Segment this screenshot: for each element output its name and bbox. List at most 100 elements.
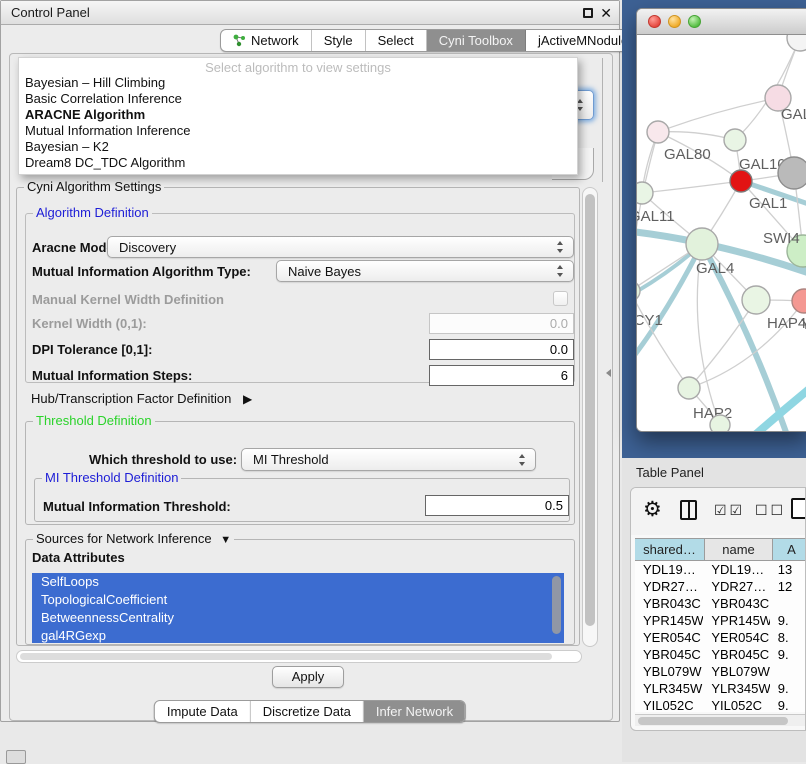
kernel-width-label: Kernel Width (0,1): — [32, 316, 147, 331]
which-threshold-select[interactable]: MI Threshold — [241, 448, 536, 471]
attribute-item-selfloops[interactable]: SelfLoops — [32, 573, 564, 591]
table-row[interactable]: YBR043CYBR043C — [635, 595, 806, 612]
attribute-item-topologicalcoefficient[interactable]: TopologicalCoefficient — [32, 591, 564, 609]
network-node-gal80[interactable] — [647, 121, 669, 143]
column-header-shared-[interactable]: shared… — [635, 539, 705, 560]
collapse-down-icon[interactable]: ▼ — [220, 533, 231, 548]
sources-title: Sources for Network Inference — [36, 531, 212, 546]
export-table-icon[interactable] — [791, 498, 806, 519]
table-row[interactable]: YDR27…YDR27…12 — [635, 578, 806, 595]
network-edge[interactable] — [689, 300, 756, 388]
table-cell: YIL052C — [635, 697, 703, 712]
mi-steps-input[interactable] — [429, 365, 574, 386]
network-node-hap2[interactable] — [678, 377, 700, 399]
apply-button[interactable]: Apply — [272, 666, 344, 688]
network-node-y[interactable] — [792, 289, 806, 313]
split-columns-icon[interactable] — [680, 500, 697, 520]
list-scrollbar[interactable] — [552, 576, 561, 634]
table-cell: 9. — [770, 697, 806, 712]
algorithm-placeholder: Select algorithm to view settings — [19, 60, 577, 75]
algorithm-option-aracne-algorithm[interactable]: ARACNE Algorithm — [19, 107, 577, 123]
network-canvas[interactable]: GALGAL80GAL10GAL1GAL11SWI4GAL4GCY1HAP4YH… — [637, 35, 806, 432]
algorithm-option-bayesian-k2[interactable]: Bayesian – K2 — [19, 139, 577, 155]
split-pane-handle[interactable] — [606, 369, 611, 377]
table-cell: YPR145W — [635, 612, 703, 629]
table-row[interactable]: YLR345WYLR345W9. — [635, 680, 806, 697]
network-node-gal10[interactable] — [724, 129, 746, 151]
dpi-tolerance-label: DPI Tolerance [0,1]: — [32, 342, 152, 357]
tab-discretize-data[interactable]: Discretize Data — [251, 701, 364, 722]
mi-threshold-definition-group: MI Threshold Definition Mutual Informati… — [34, 478, 570, 522]
table-cell: YER054C — [703, 629, 769, 646]
table-horizontal-scrollbar[interactable] — [635, 714, 806, 726]
network-node-gal11[interactable] — [637, 182, 653, 204]
network-graph[interactable]: GALGAL80GAL10GAL1GAL11SWI4GAL4GCY1HAP4YH… — [637, 35, 806, 432]
table-cell — [770, 595, 806, 612]
table-row[interactable]: YER054CYER054C8. — [635, 629, 806, 646]
table-row[interactable]: YBR045CYBR045C9. — [635, 646, 806, 663]
attribute-item-betweennesscentrality[interactable]: BetweennessCentrality — [32, 609, 564, 627]
column-header-name[interactable]: name — [705, 539, 773, 560]
tab-impute-data[interactable]: Impute Data — [155, 701, 251, 722]
float-window-icon[interactable] — [583, 8, 593, 18]
table-row[interactable]: YIL052CYIL052C9. — [635, 697, 806, 712]
algorithm-option-basic-correlation-inference[interactable]: Basic Correlation Inference — [19, 91, 577, 107]
table-cell: YDL19… — [635, 561, 703, 578]
tab-label: Discretize Data — [263, 701, 351, 722]
network-node-gal1[interactable] — [730, 170, 752, 192]
algorithm-option-mutual-information-inference[interactable]: Mutual Information Inference — [19, 123, 577, 139]
data-attributes-list[interactable]: SelfLoopsTopologicalCoefficientBetweenne… — [32, 573, 564, 643]
network-edge[interactable] — [642, 181, 741, 193]
network-edge[interactable] — [735, 38, 800, 140]
mi-threshold-definition-title: MI Threshold Definition — [42, 470, 181, 485]
close-icon[interactable]: ✕ — [600, 1, 612, 25]
tab-select[interactable]: Select — [366, 30, 427, 51]
mac-zoom-button[interactable] — [688, 15, 701, 28]
network-edge[interactable] — [637, 244, 702, 365]
dpi-tolerance-input[interactable] — [429, 339, 574, 360]
deselect-all-columns-icon[interactable]: ☐☐ — [755, 502, 786, 519]
table-row[interactable]: YPR145WYPR145W9. — [635, 612, 806, 629]
tab-cyni-toolbox[interactable]: Cyni Toolbox — [427, 30, 526, 51]
table-panel: Table Panel ⚙ ☑☑ ☐☐ shared…nameA YDL19…Y… — [622, 458, 806, 762]
select-all-columns-icon[interactable]: ☑☑ — [714, 502, 745, 519]
column-header-a[interactable]: A — [773, 539, 806, 560]
network-node-gal4[interactable] — [686, 228, 718, 260]
network-node[interactable] — [778, 157, 806, 189]
aracne-mode-select[interactable]: Discovery — [107, 236, 574, 258]
hub-definition-expander[interactable]: Hub/Transcription Factor Definition ▶ — [31, 391, 252, 406]
network-node[interactable] — [710, 415, 730, 432]
stepper-arrows-icon — [557, 265, 564, 277]
table-cell — [770, 663, 806, 680]
table-row[interactable]: YBL079WYBL079W — [635, 663, 806, 680]
tab-label: Infer Network — [376, 701, 453, 722]
tab-label: Network — [251, 30, 299, 51]
settings-vertical-scrollbar[interactable] — [582, 187, 598, 647]
network-window-titlebar — [637, 9, 806, 35]
mac-close-button[interactable] — [648, 15, 661, 28]
node-table-card: ⚙ ☑☑ ☐☐ shared…nameA YDL19…YDL19…13YDR27… — [630, 487, 806, 731]
tab-style[interactable]: Style — [312, 30, 366, 51]
table-cell: 13 — [770, 561, 806, 578]
tab-network[interactable]: Network — [221, 30, 312, 51]
table-row[interactable]: YDL19…YDL19…13 — [635, 561, 806, 578]
table-cell: YBR043C — [635, 595, 703, 612]
tab-infer-network[interactable]: Infer Network — [364, 701, 465, 722]
cyni-algorithm-settings-group: Cyni Algorithm Settings Algorithm Defini… — [16, 187, 580, 646]
network-node[interactable] — [787, 35, 806, 51]
mi-algorithm-type-select[interactable]: Naive Bayes — [276, 260, 574, 282]
gear-icon[interactable]: ⚙ — [643, 496, 662, 524]
table-cell: YBL079W — [703, 663, 769, 680]
algorithm-option-dream8-dc-tdc-algorithm[interactable]: Dream8 DC_TDC Algorithm — [19, 155, 577, 171]
algorithm-option-bayesian-hill-climbing[interactable]: Bayesian – Hill Climbing — [19, 75, 577, 91]
manual-kernel-width-checkbox[interactable] — [553, 291, 568, 306]
kernel-width-input[interactable] — [429, 313, 574, 334]
table-cell: YPR145W — [703, 612, 769, 629]
mi-threshold-input[interactable] — [425, 495, 569, 516]
attribute-item-gal4rgexp[interactable]: gal4RGexp — [32, 627, 564, 643]
network-edge[interactable] — [658, 98, 778, 132]
mac-minimize-button[interactable] — [668, 15, 681, 28]
settings-horizontal-scrollbar[interactable] — [16, 650, 582, 663]
mi-algorithm-type-label: Mutual Information Algorithm Type: — [32, 264, 251, 279]
network-node-hap4[interactable] — [742, 286, 770, 314]
